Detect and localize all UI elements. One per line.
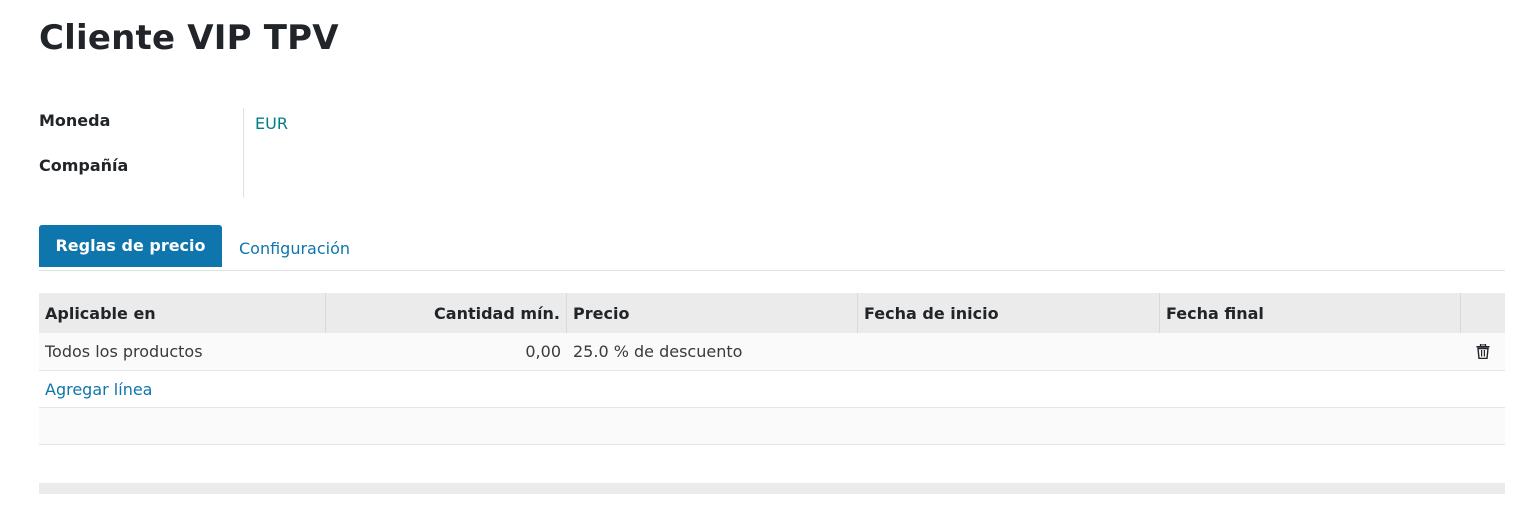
tab-configuration[interactable]: Configuración xyxy=(239,228,350,270)
field-divider xyxy=(243,108,244,198)
column-header-price[interactable]: Precio xyxy=(567,293,858,333)
empty-row xyxy=(39,408,1505,445)
currency-label: Moneda xyxy=(39,111,111,130)
cell-end-date[interactable] xyxy=(1160,333,1461,370)
cell-price[interactable]: 25.0 % de descuento xyxy=(567,333,858,370)
currency-link[interactable]: EUR xyxy=(255,114,288,133)
page-title: Cliente VIP TPV xyxy=(39,18,339,58)
delete-row-button[interactable] xyxy=(1461,333,1505,370)
pricing-rules-table: Aplicable en Cantidad mín. Precio Fecha … xyxy=(39,293,1505,445)
add-line-link[interactable]: Agregar línea xyxy=(45,380,152,399)
notebook-tabs: Reglas de precio Configuración xyxy=(39,225,1505,271)
cell-applies-to[interactable]: Todos los productos xyxy=(39,333,326,370)
trash-icon[interactable] xyxy=(1476,344,1490,359)
column-header-actions xyxy=(1461,293,1505,333)
horizontal-scrollbar[interactable] xyxy=(39,483,1505,494)
tab-pricing-rules[interactable]: Reglas de precio xyxy=(39,225,222,267)
add-line-row: Agregar línea xyxy=(39,371,1505,408)
table-row[interactable]: Todos los productos 0,00 25.0 % de descu… xyxy=(39,333,1505,371)
column-header-end-date[interactable]: Fecha final xyxy=(1160,293,1461,333)
column-header-applies-to[interactable]: Aplicable en xyxy=(39,293,326,333)
column-header-min-quantity[interactable]: Cantidad mín. xyxy=(326,293,567,333)
table-header-row: Aplicable en Cantidad mín. Precio Fecha … xyxy=(39,293,1505,333)
add-line-cell: Agregar línea xyxy=(39,371,326,407)
cell-start-date[interactable] xyxy=(858,333,1160,370)
column-header-start-date[interactable]: Fecha de inicio xyxy=(858,293,1160,333)
company-label: Compañía xyxy=(39,156,129,175)
cell-min-quantity[interactable]: 0,00 xyxy=(326,333,567,370)
